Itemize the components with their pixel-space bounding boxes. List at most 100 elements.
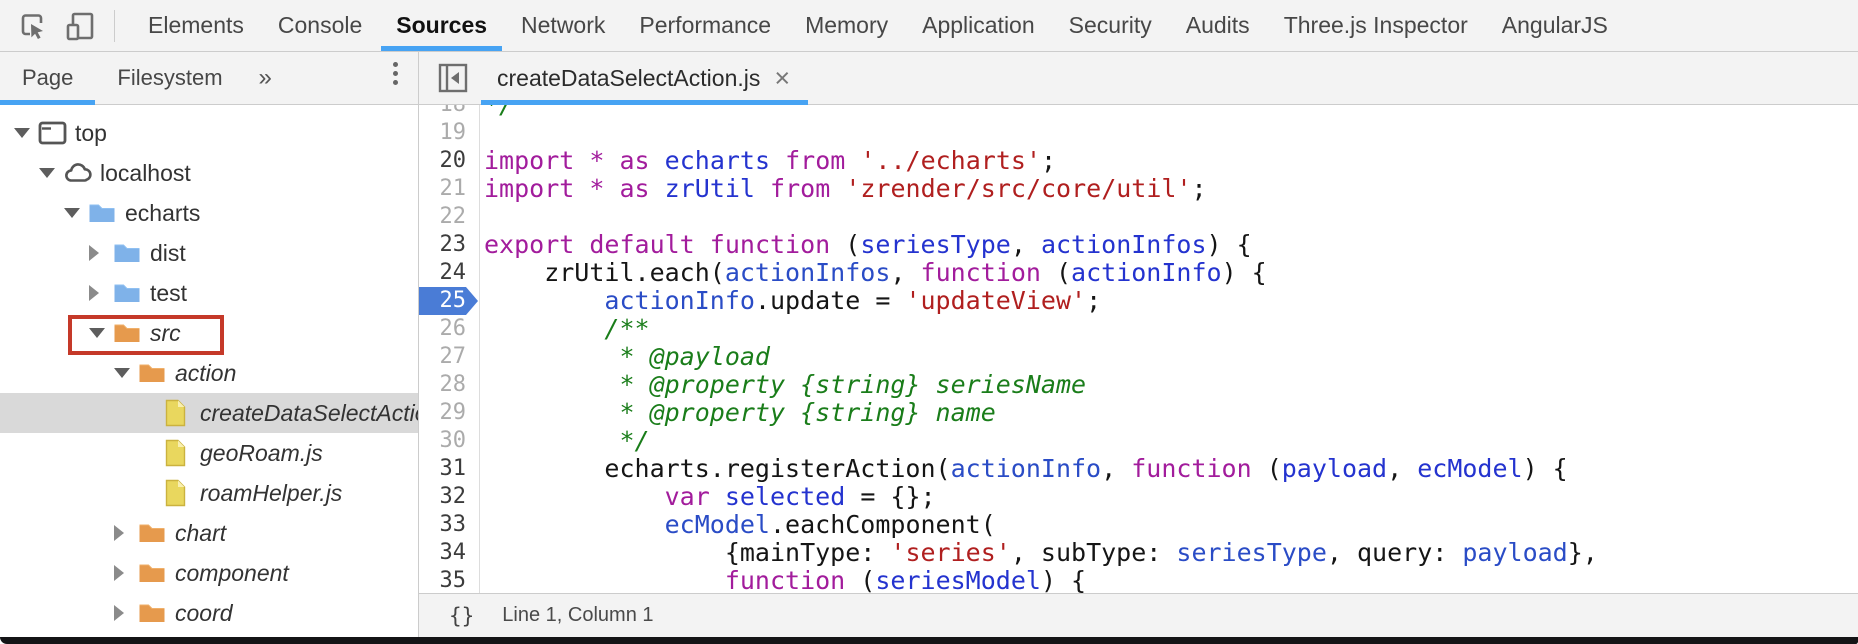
tree-disclosure-down-icon[interactable] — [64, 208, 88, 218]
tree-disclosure-right-icon[interactable] — [114, 565, 138, 581]
editor-tab-createDataSelectAction[interactable]: createDataSelectAction.js × — [481, 52, 808, 104]
breakpoint-line-number[interactable]: 25 — [419, 287, 479, 315]
inspect-element-icon[interactable] — [16, 10, 48, 42]
tree-item-coord[interactable]: coord — [0, 593, 418, 633]
panel-tab-application[interactable]: Application — [905, 0, 1052, 51]
tree-item-dist[interactable]: dist — [0, 233, 418, 273]
code-line-22[interactable]: 22 — [419, 203, 1858, 231]
vertical-dots-icon[interactable] — [393, 62, 398, 85]
code-line-20[interactable]: 20import * as echarts from '../echarts'; — [419, 147, 1858, 175]
panel-tab-console[interactable]: Console — [261, 0, 379, 51]
tree-disclosure-right-icon[interactable] — [114, 605, 138, 621]
tree-disclosure-right-icon[interactable] — [89, 245, 113, 261]
code-line-25[interactable]: 25 actionInfo.update = 'updateView'; — [419, 287, 1858, 315]
tree-disclosure-down-icon[interactable] — [89, 328, 113, 338]
tree-item-label: src — [149, 320, 181, 347]
devtools-toolbar: ElementsConsoleSourcesNetworkPerformance… — [0, 0, 1858, 52]
code-text: * @property {string} name — [479, 399, 996, 427]
tree-disclosure-down-icon[interactable] — [14, 128, 38, 138]
close-tab-icon[interactable]: × — [774, 68, 790, 88]
line-number[interactable]: 31 — [419, 455, 479, 483]
tree-item-createDataSelectAction-js[interactable]: createDataSelectAction.js — [0, 393, 418, 433]
code-line-26[interactable]: 26 /** — [419, 315, 1858, 343]
panel-tab-memory[interactable]: Memory — [788, 0, 905, 51]
code-text: zrUtil.each(actionInfos, function (actio… — [479, 259, 1267, 287]
code-line-35[interactable]: 35 function (seriesModel) { — [419, 567, 1858, 593]
code-text: var selected = {}; — [479, 483, 936, 511]
code-line-24[interactable]: 24 zrUtil.each(actionInfos, function (ac… — [419, 259, 1858, 287]
code-line-28[interactable]: 28 * @property {string} seriesName — [419, 371, 1858, 399]
tree-item-chart[interactable]: chart — [0, 513, 418, 553]
editor-statusbar: {} Line 1, Column 1 — [419, 593, 1858, 637]
file-icon — [163, 479, 199, 507]
line-number[interactable]: 19 — [419, 119, 479, 147]
tree-item-label: echarts — [124, 200, 200, 227]
navigator-tab-page[interactable]: Page — [0, 52, 95, 104]
panel-tab-security[interactable]: Security — [1052, 0, 1169, 51]
line-number[interactable]: 18 — [419, 105, 479, 119]
line-number[interactable]: 29 — [419, 399, 479, 427]
code-line-23[interactable]: 23export default function (seriesType, a… — [419, 231, 1858, 259]
frame-icon — [38, 120, 74, 146]
hide-navigator-icon[interactable] — [437, 62, 469, 94]
tree-disclosure-down-icon[interactable] — [114, 368, 138, 378]
code-line-31[interactable]: 31 echarts.registerAction(actionInfo, fu… — [419, 455, 1858, 483]
tree-item-label: test — [149, 280, 187, 307]
panel-tab-sources[interactable]: Sources — [379, 0, 504, 51]
tree-item-top[interactable]: top — [0, 113, 418, 153]
code-line-19[interactable]: 19 — [419, 119, 1858, 147]
panel-tab-elements[interactable]: Elements — [131, 0, 261, 51]
line-number[interactable]: 20 — [419, 147, 479, 175]
code-line-27[interactable]: 27 * @payload — [419, 343, 1858, 371]
line-number[interactable]: 35 — [419, 567, 479, 593]
line-number[interactable]: 24 — [419, 259, 479, 287]
line-number[interactable]: 23 — [419, 231, 479, 259]
panel-tab-angularjs[interactable]: AngularJS — [1485, 0, 1625, 51]
code-line-34[interactable]: 34 {mainType: 'series', subType: seriesT… — [419, 539, 1858, 567]
line-number[interactable]: 28 — [419, 371, 479, 399]
tree-disclosure-down-icon[interactable] — [39, 168, 63, 178]
more-tabs-chevron[interactable]: » — [245, 64, 286, 92]
panel-tab-three-js-inspector[interactable]: Three.js Inspector — [1267, 0, 1485, 51]
line-number[interactable]: 30 — [419, 427, 479, 455]
tree-item-label: roamHelper.js — [199, 480, 342, 507]
line-number[interactable]: 34 — [419, 539, 479, 567]
code-line-18[interactable]: 18*/ — [419, 105, 1858, 119]
code-line-21[interactable]: 21import * as zrUtil from 'zrender/src/c… — [419, 175, 1858, 203]
line-number[interactable]: 33 — [419, 511, 479, 539]
tree-item-test[interactable]: test — [0, 273, 418, 313]
code-line-33[interactable]: 33 ecModel.eachComponent( — [419, 511, 1858, 539]
line-number[interactable]: 32 — [419, 483, 479, 511]
tree-item-echarts[interactable]: echarts — [0, 193, 418, 233]
panel-tab-network[interactable]: Network — [504, 0, 622, 51]
code-line-32[interactable]: 32 var selected = {}; — [419, 483, 1858, 511]
sources-navigator: PageFilesystem » toplocalhost echarts dist… — [0, 52, 419, 637]
line-number[interactable]: 26 — [419, 315, 479, 343]
line-number[interactable]: 27 — [419, 343, 479, 371]
panel-tab-performance[interactable]: Performance — [622, 0, 788, 51]
panel-tab-audits[interactable]: Audits — [1169, 0, 1267, 51]
tree-item-src[interactable]: src — [0, 313, 418, 353]
device-toolbar-icon[interactable] — [64, 10, 96, 42]
code-lines: 18*/1920import * as echarts from '../ech… — [419, 105, 1858, 593]
window-bottom-edge — [0, 637, 1858, 644]
navigator-tabs: PageFilesystem — [0, 52, 245, 104]
code-line-30[interactable]: 30 */ — [419, 427, 1858, 455]
code-editor[interactable]: 18*/1920import * as echarts from '../ech… — [419, 105, 1858, 593]
file-tree: toplocalhost echarts dist test src actioncrea… — [0, 105, 418, 637]
pretty-print-button[interactable]: {} — [449, 604, 474, 628]
line-number[interactable]: 22 — [419, 203, 479, 231]
tree-item-label: chart — [174, 520, 226, 547]
tree-item-action[interactable]: action — [0, 353, 418, 393]
code-line-29[interactable]: 29 * @property {string} name — [419, 399, 1858, 427]
tree-disclosure-right-icon[interactable] — [89, 285, 113, 301]
tree-item-roamHelper-js[interactable]: roamHelper.js — [0, 473, 418, 513]
file-icon — [163, 439, 199, 467]
tree-disclosure-right-icon[interactable] — [114, 525, 138, 541]
line-number[interactable]: 21 — [419, 175, 479, 203]
folder-orange-icon — [138, 561, 174, 585]
navigator-tab-filesystem[interactable]: Filesystem — [95, 52, 244, 104]
tree-item-geoRoam-js[interactable]: geoRoam.js — [0, 433, 418, 473]
tree-item-localhost[interactable]: localhost — [0, 153, 418, 193]
tree-item-component[interactable]: component — [0, 553, 418, 593]
